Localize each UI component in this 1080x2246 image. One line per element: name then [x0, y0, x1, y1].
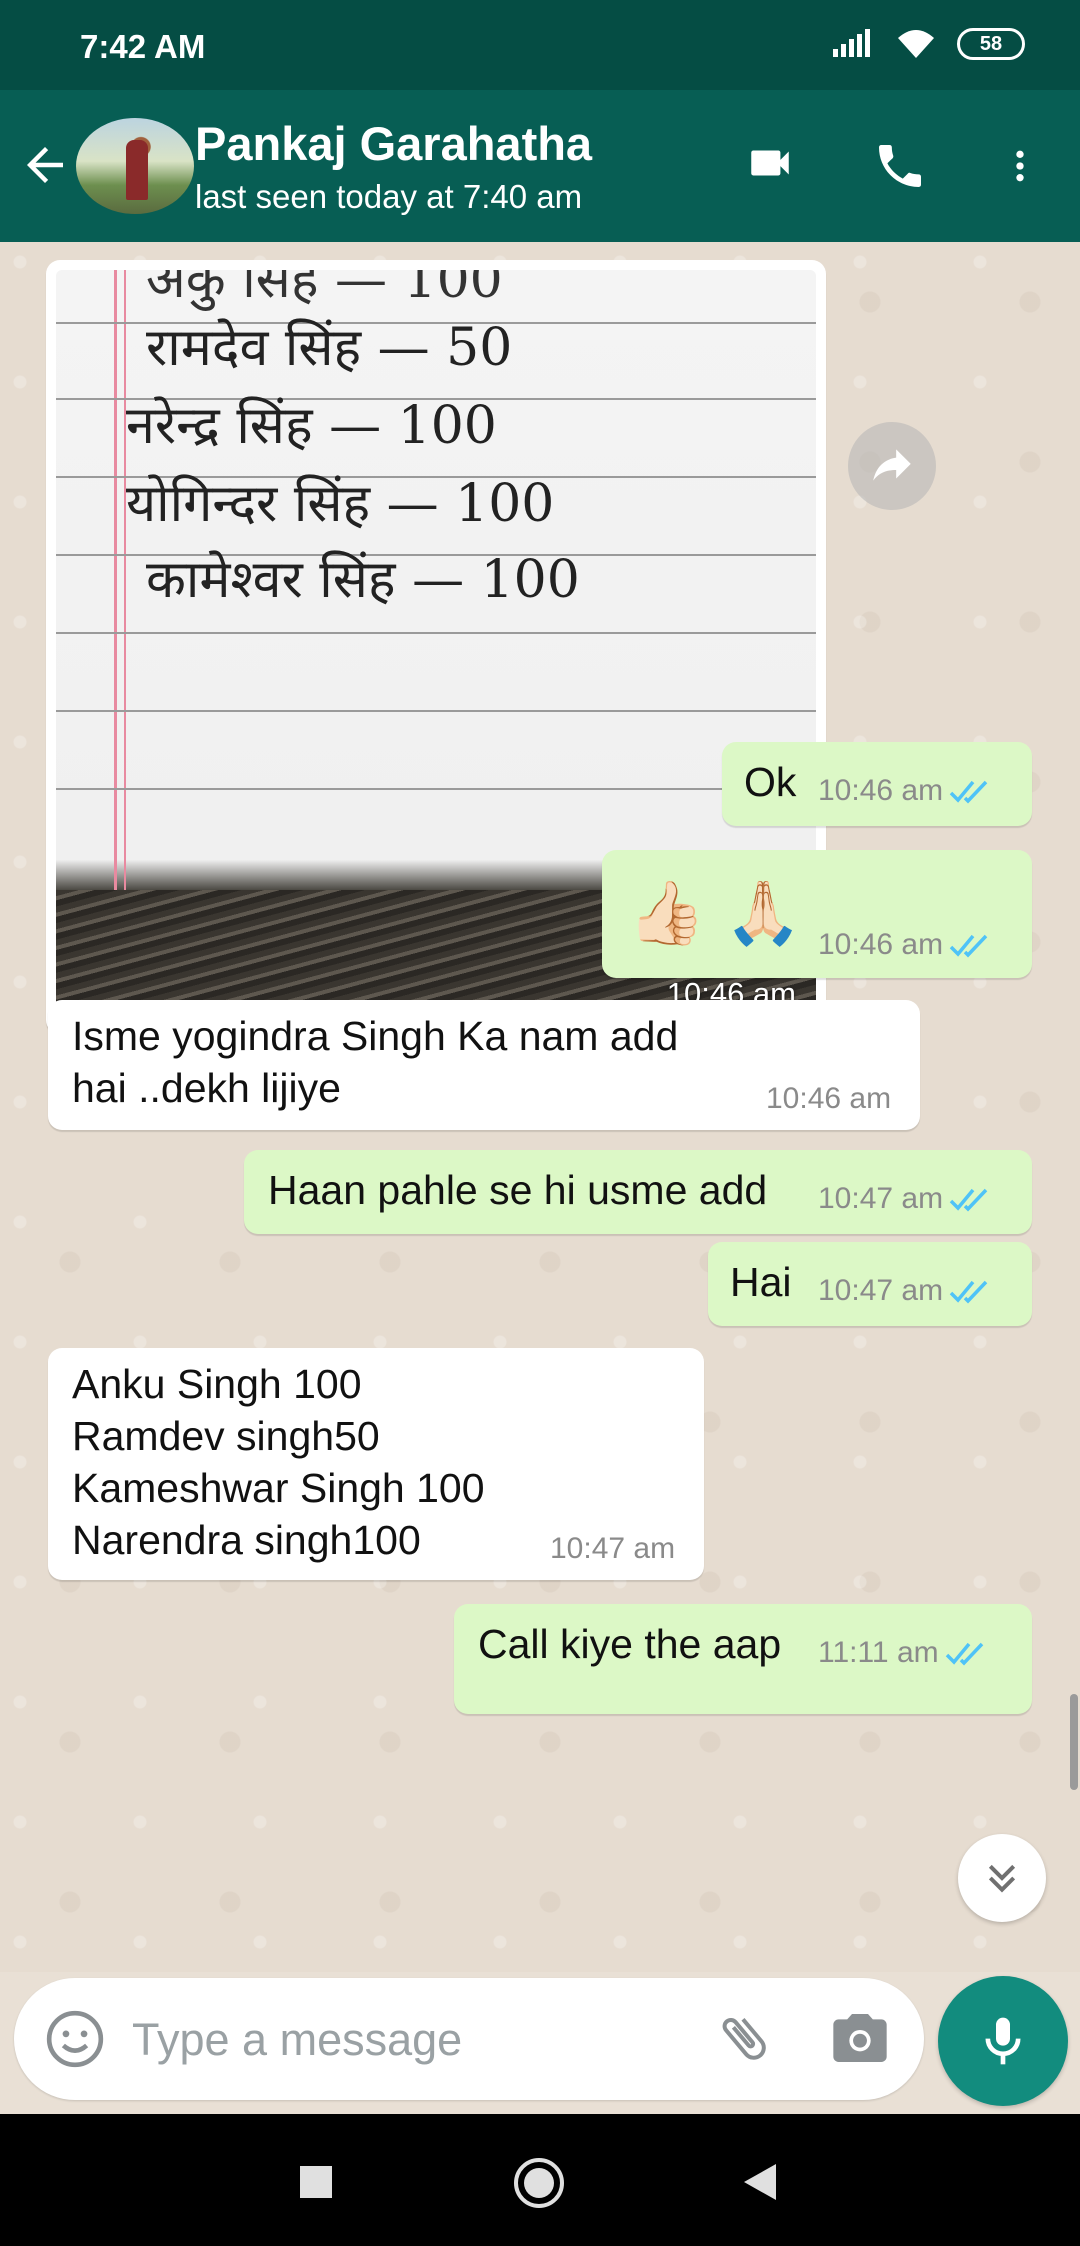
message-line: Narendra singh100 [72, 1517, 421, 1563]
recents-icon[interactable] [298, 2164, 334, 2200]
status-icons: 58 [833, 28, 1025, 60]
emoji-icon[interactable] [44, 2008, 106, 2070]
message-line: Anku Singh 100 [72, 1361, 362, 1407]
scroll-to-bottom-button[interactable] [958, 1834, 1046, 1922]
forward-button[interactable] [848, 422, 936, 510]
message-line: Ramdev singh50 [72, 1413, 380, 1459]
message-time: 10:47 am [818, 1182, 993, 1216]
home-icon[interactable] [512, 2156, 566, 2210]
back-arrow-icon[interactable] [18, 138, 72, 192]
mic-button[interactable] [938, 1976, 1068, 2106]
message-text: Ok [744, 759, 797, 805]
message-time: 10:47 am [818, 1274, 993, 1308]
scrollbar-thumb[interactable] [1070, 1694, 1078, 1790]
handwritten-line: अंकु सिंह — 100 [146, 270, 503, 310]
message-line: Isme yogindra Singh Ka nam add [72, 1013, 679, 1059]
video-call-icon[interactable] [740, 138, 800, 188]
camera-icon[interactable] [828, 2006, 892, 2070]
handwritten-line: रामदेव सिंह — 50 [146, 318, 513, 378]
message-text: Call kiye the aap [478, 1621, 782, 1667]
incoming-message[interactable]: Anku Singh 100 Ramdev singh50 Kameshwar … [48, 1348, 704, 1580]
avatar[interactable] [76, 118, 194, 214]
message-line: Kameshwar Singh 100 [72, 1465, 485, 1511]
phone-icon[interactable] [872, 138, 928, 194]
outgoing-message[interactable]: Haan pahle se hi usme add 10:47 am [244, 1150, 1032, 1234]
message-input-bar[interactable]: Type a message [14, 1978, 924, 2100]
message-time: 10:46 am [766, 1082, 892, 1115]
handwritten-line: कामेश्वर सिंह — 100 [146, 550, 580, 610]
last-seen-status: last seen today at 7:40 am [195, 178, 583, 215]
forward-icon [873, 449, 911, 481]
chat-header: Pankaj Garahatha last seen today at 7:40… [0, 90, 1080, 242]
mic-icon [985, 2017, 1021, 2065]
double-check-icon [949, 1188, 988, 1212]
message-text: Haan pahle se hi usme add [268, 1167, 768, 1213]
double-check-icon [949, 934, 988, 958]
message-time: 10:46 am [818, 774, 993, 808]
message-line: hai ..dekh lijiye [72, 1065, 341, 1111]
handwritten-line: योगिन्दर सिंह — 100 [126, 474, 555, 534]
incoming-message[interactable]: Isme yogindra Singh Ka nam add hai ..dek… [48, 1000, 920, 1130]
outgoing-message[interactable]: Hai 10:47 am [708, 1242, 1032, 1326]
back-icon[interactable] [742, 2162, 778, 2202]
battery-indicator: 58 [957, 28, 1025, 60]
chevron-double-down-icon [988, 1864, 1016, 1893]
android-nav-bar [0, 2114, 1080, 2246]
signal-icon [833, 29, 870, 57]
status-bar: 7:42 AM 58 [0, 0, 1080, 90]
outgoing-message[interactable]: 👍🏻 🙏🏻 10:46 am [602, 850, 1032, 978]
double-check-icon [945, 1642, 983, 1666]
more-vert-icon[interactable] [1000, 138, 1040, 194]
double-check-icon [949, 1280, 988, 1304]
contact-name[interactable]: Pankaj Garahatha [195, 116, 592, 171]
outgoing-message[interactable]: Call kiye the aap 11:11 am [454, 1604, 1032, 1714]
handwritten-line: नरेन्द्र सिंह — 100 [126, 396, 497, 456]
wifi-icon [898, 30, 934, 58]
chat-area[interactable]: अंकु सिंह — 100 रामदेव सिंह — 50 नरेन्द्… [0, 242, 1080, 1972]
message-input[interactable]: Type a message [132, 2014, 462, 2066]
message-time: 10:47 am [550, 1532, 676, 1565]
outgoing-message[interactable]: Ok 10:46 am [722, 742, 1032, 826]
emoji-text: 👍🏻 🙏🏻 [628, 876, 803, 949]
attach-icon[interactable] [714, 2008, 774, 2068]
message-time: 11:11 am [818, 1636, 989, 1670]
double-check-icon [949, 780, 988, 804]
message-time: 10:46 am [818, 928, 993, 962]
status-time: 7:42 AM [80, 28, 206, 65]
message-text: Hai [730, 1259, 792, 1305]
